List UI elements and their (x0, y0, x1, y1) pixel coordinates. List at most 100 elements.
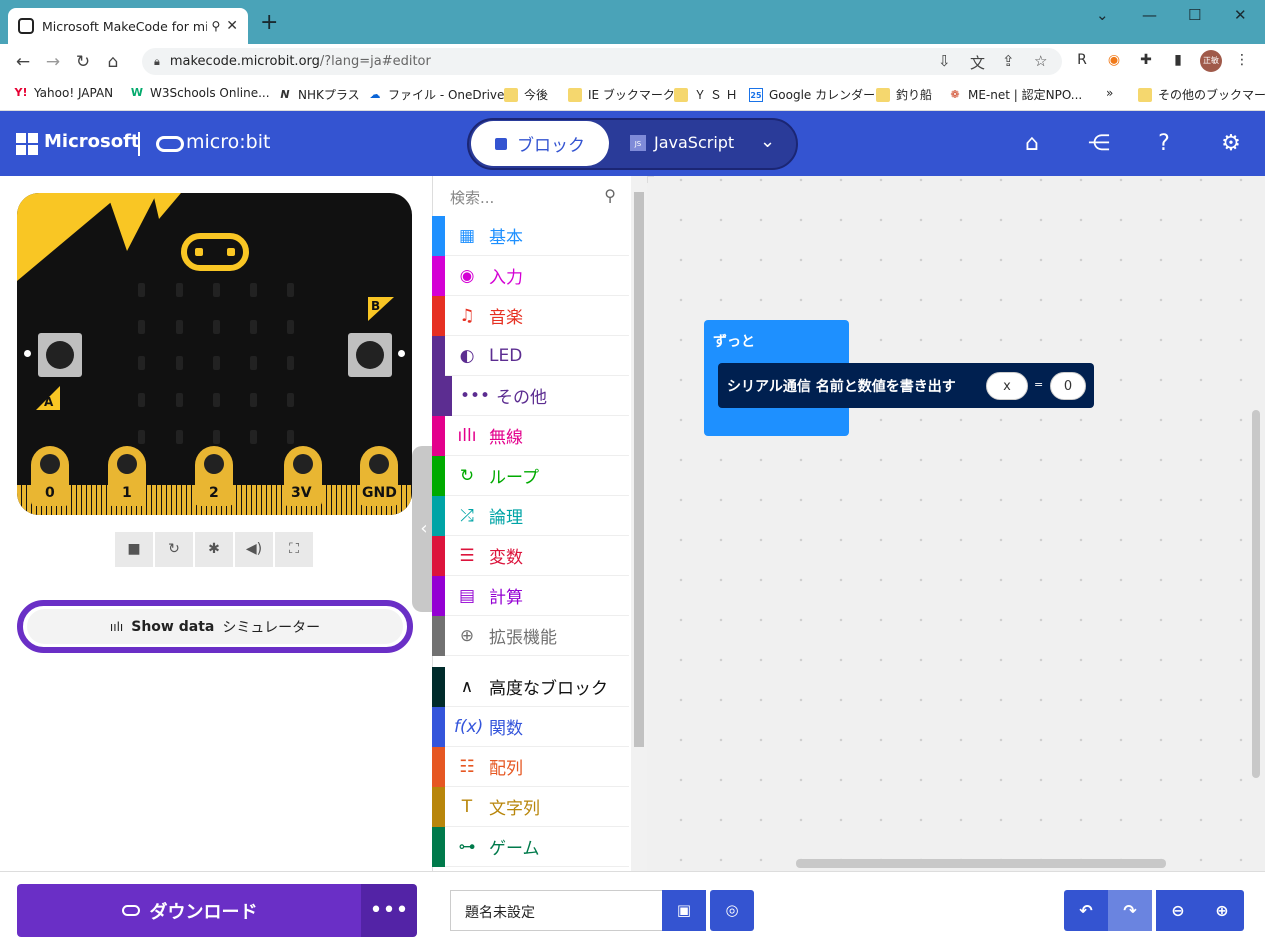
bookmark-folder-tsuribune[interactable]: 釣り船 (876, 86, 932, 103)
bookmark-menet[interactable]: ❁ ME-net | 認定NPO... (948, 86, 1082, 103)
button-a[interactable] (38, 333, 82, 377)
address-bar[interactable]: 🔒︎ makecode.microbit.org/?lang=ja#editor (142, 48, 1062, 75)
reload-icon[interactable]: ↻ (68, 52, 98, 72)
extensions-puzzle-icon[interactable]: ✚ (1136, 50, 1156, 70)
workspace-horizontal-scrollbar[interactable] (796, 859, 1166, 868)
bookmarks-overflow-icon[interactable]: » (1106, 86, 1113, 100)
plus-circle-icon: ⊕ (459, 625, 475, 646)
maximize-button[interactable]: ☐ (1188, 6, 1201, 24)
microbit-logo-icon[interactable] (156, 136, 184, 152)
usb-icon: ⚲ (211, 19, 221, 33)
category-arrays[interactable]: ☷ 配列 (432, 747, 629, 787)
pin-label: 3V (291, 485, 312, 501)
toolbox-search-input[interactable]: 検索... ⚲ (436, 178, 626, 214)
category-functions[interactable]: f(x) 関数 (432, 707, 629, 747)
redo-icon[interactable]: ↷ (1108, 890, 1152, 931)
close-window-button[interactable]: ✕ (1234, 6, 1247, 24)
category-variables[interactable]: ☰ 変数 (432, 536, 629, 576)
category-label: 関数 (489, 719, 523, 739)
bookmark-onedrive[interactable]: ☁ ファイル - OneDrive (368, 86, 505, 103)
home-icon[interactable]: ⌂ (1018, 130, 1046, 158)
home-icon[interactable]: ⌂ (98, 52, 128, 72)
download-more-button[interactable]: ••• (361, 884, 417, 937)
javascript-mode-button[interactable]: JS JavaScript (630, 133, 734, 152)
bookmark-yahoo[interactable]: Y! Yahoo! JAPAN (14, 86, 114, 100)
profile-avatar[interactable]: 正敏 (1200, 50, 1222, 72)
download-button[interactable]: ダウンロード (17, 884, 362, 937)
microsoft-brand[interactable]: Microsoft (44, 131, 140, 152)
category-logic[interactable]: ⤮ 論理 (432, 496, 629, 536)
name-string-input[interactable]: x (986, 372, 1028, 400)
bookmark-star-icon[interactable]: ☆ (1034, 52, 1047, 70)
forward-icon[interactable]: → (38, 52, 68, 72)
project-name-input[interactable]: 題名未設定 (450, 890, 663, 931)
browser-menu-icon[interactable]: ⋮ (1232, 50, 1252, 70)
category-loops[interactable]: ↻ ループ (432, 456, 629, 496)
tab-search-icon[interactable]: ⌄ (1096, 6, 1109, 24)
bookmark-folder-kongo[interactable]: 今後 (504, 86, 548, 103)
microbit-brand[interactable]: micro:bit (186, 131, 270, 153)
makecode-favicon-icon (18, 18, 34, 34)
category-more[interactable]: ••• その他 (432, 376, 629, 416)
close-tab-icon[interactable]: ✕ (226, 18, 238, 34)
bookmark-label: Google カレンダー (769, 88, 876, 102)
folder-icon (876, 87, 890, 102)
restart-icon[interactable]: ↻ (155, 532, 193, 567)
bookmark-other[interactable]: その他のブックマーク (1138, 86, 1265, 103)
category-music[interactable]: ♫ 音楽 (432, 296, 629, 336)
category-extensions[interactable]: ⊕ 拡張機能 (432, 616, 629, 656)
undo-icon[interactable]: ↶ (1064, 890, 1108, 931)
side-panel-icon[interactable]: ▮ (1168, 50, 1188, 70)
category-advanced[interactable]: ∧ 高度なブロック (432, 667, 629, 707)
category-led[interactable]: ◐ LED (432, 336, 629, 376)
category-game[interactable]: ⊶ ゲーム (432, 827, 629, 867)
pin-label: 2 (209, 485, 219, 501)
chevron-down-icon[interactable]: ⌄ (760, 131, 775, 152)
toolbox-scrollbar[interactable] (631, 176, 647, 871)
show-data-button[interactable]: ıılı Show data シミュレーター (17, 600, 413, 653)
minimize-button[interactable]: — (1142, 6, 1157, 24)
workspace-vertical-scrollbar[interactable] (1252, 410, 1260, 778)
category-label: LED (489, 345, 523, 366)
extension-rw-icon[interactable]: R (1072, 50, 1092, 70)
back-icon[interactable]: ← (8, 52, 38, 72)
bar-chart-icon: ıılı (109, 619, 124, 634)
button-a-label: A (44, 395, 54, 409)
text-icon: T (461, 796, 473, 817)
category-radio[interactable]: ıllı 無線 (432, 416, 629, 456)
bookmark-nhk[interactable]: N NHKプラス (278, 86, 359, 103)
new-tab-button[interactable]: + (260, 12, 278, 34)
github-icon[interactable]: ◎ (710, 890, 754, 931)
sound-icon[interactable]: ◀) (235, 532, 273, 567)
settings-gear-icon[interactable]: ⚙ (1217, 130, 1245, 158)
zoom-out-icon[interactable]: ⊖ (1156, 890, 1200, 931)
bookmark-google-calendar[interactable]: 25 Google カレンダー (749, 86, 875, 103)
share-icon[interactable]: ⇪ (1002, 52, 1015, 70)
debug-bug-icon[interactable]: ✱ (195, 532, 233, 567)
bookmark-label: ME-net | 認定NPO... (968, 88, 1083, 102)
microsoft-logo-icon[interactable] (16, 133, 38, 155)
w3schools-icon: W (130, 86, 144, 99)
bookmark-w3schools[interactable]: W W3Schools Online... (130, 86, 270, 100)
bookmark-folder-ysh[interactable]: Ｙ Ｓ Ｈ (674, 86, 738, 103)
button-b[interactable] (348, 333, 392, 377)
extension-rss-icon[interactable]: ◉ (1104, 50, 1124, 70)
folder-icon (674, 87, 688, 102)
fullscreen-icon[interactable]: ⛶ (275, 532, 313, 567)
blocks-mode-button[interactable]: ブロック (471, 121, 609, 166)
touch-logo-icon[interactable] (181, 233, 249, 271)
save-icon[interactable]: ▣ (662, 890, 706, 931)
zoom-in-icon[interactable]: ⊕ (1200, 890, 1244, 931)
browser-tab[interactable]: Microsoft MakeCode for mic ⚲ ✕ (8, 8, 248, 44)
category-input[interactable]: ◉ 入力 (432, 256, 629, 296)
share-icon[interactable]: ⋲ (1085, 130, 1113, 158)
category-text[interactable]: T 文字列 (432, 787, 629, 827)
translate-icon[interactable]: 文 (970, 52, 985, 73)
help-icon[interactable]: ? (1150, 130, 1178, 158)
category-basic[interactable]: ▦ 基本 (432, 216, 629, 256)
install-icon[interactable]: ⇩ (938, 52, 951, 70)
bookmark-folder-ie[interactable]: IE ブックマーク (568, 86, 675, 103)
category-math[interactable]: ▤ 計算 (432, 576, 629, 616)
number-input[interactable]: 0 (1050, 372, 1086, 400)
stop-icon[interactable]: ■ (115, 532, 153, 567)
